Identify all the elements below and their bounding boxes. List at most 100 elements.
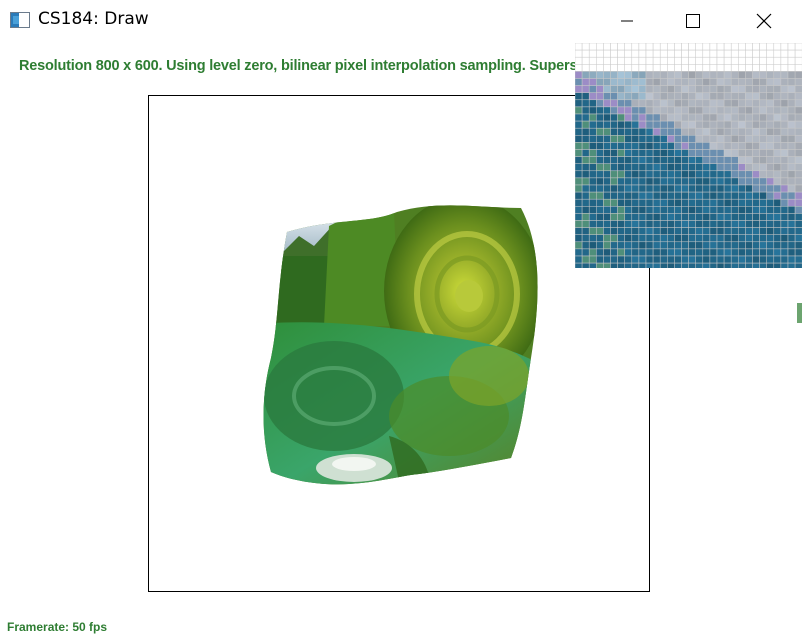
zoom-pixel-cell bbox=[645, 99, 654, 108]
minimize-button[interactable] bbox=[604, 0, 650, 42]
zoom-pixel-cell bbox=[773, 213, 782, 221]
zoom-pixel-cell bbox=[794, 85, 802, 93]
zoom-pixel-cell bbox=[667, 206, 675, 214]
zoom-pixel-cell bbox=[773, 149, 782, 157]
zoom-pixel-cell bbox=[695, 142, 704, 150]
zoom-pixel-cell bbox=[688, 234, 696, 243]
zoom-pixel-cell bbox=[730, 49, 739, 58]
zoom-pixel-cell bbox=[716, 220, 725, 228]
zoom-pixel-cell bbox=[581, 184, 590, 193]
zoom-pixel-cell bbox=[766, 227, 775, 235]
zoom-pixel-cell bbox=[794, 262, 802, 268]
zoom-pixel-cell bbox=[581, 255, 590, 264]
zoom-pixel-cell bbox=[631, 234, 640, 243]
zoom-pixel-cell bbox=[631, 113, 640, 122]
zoom-pixel-cell bbox=[773, 49, 782, 58]
zoom-pixel-cell bbox=[581, 49, 590, 58]
zoom-pixel-cell bbox=[645, 234, 654, 243]
zoom-pixel-cell bbox=[659, 78, 668, 86]
zoom-pixel-cell bbox=[702, 142, 711, 150]
zoom-pixel-cell bbox=[659, 163, 668, 172]
zoom-pixel-cell bbox=[730, 220, 739, 228]
zoom-pixel-cell bbox=[738, 64, 746, 72]
zoom-pixel-cell bbox=[780, 142, 789, 150]
zoom-pixel-cell bbox=[645, 184, 654, 193]
zoom-pixel-cell bbox=[588, 92, 597, 101]
zoom-pixel-cell bbox=[603, 92, 611, 101]
zoom-pixel-cell bbox=[659, 227, 668, 235]
zoom-pixel-cell bbox=[624, 149, 633, 157]
zoom-pixel-cell bbox=[730, 120, 739, 129]
zoom-pixel-cell bbox=[659, 191, 668, 200]
zoom-pixel-cell bbox=[638, 163, 647, 172]
zoom-pixel-cell bbox=[645, 262, 654, 268]
zoom-pixel-cell bbox=[730, 198, 739, 207]
zoom-pixel-cell bbox=[780, 156, 789, 164]
zoom-pixel-cell bbox=[588, 163, 597, 172]
zoom-pixel-cell bbox=[645, 149, 654, 157]
zoom-pixel-cell bbox=[787, 198, 796, 207]
zoom-pixel-cell bbox=[745, 149, 753, 157]
zoom-pixel-cell bbox=[674, 149, 682, 157]
zoom-pixel-cell bbox=[667, 198, 675, 207]
zoom-pixel-cell bbox=[667, 156, 675, 164]
zoom-pixel-cell bbox=[752, 106, 760, 115]
zoom-pixel-cell bbox=[780, 255, 789, 264]
zoom-pixel-cell bbox=[681, 255, 689, 264]
zoom-pixel-cell bbox=[681, 213, 689, 221]
zoom-pixel-cell bbox=[794, 248, 802, 257]
zoom-pixel-cell bbox=[752, 49, 760, 58]
zoom-pixel-cell bbox=[759, 156, 767, 164]
zoom-pixel-cell bbox=[617, 43, 625, 51]
zoom-pixel-cell bbox=[773, 191, 782, 200]
zoom-pixel-cell bbox=[766, 49, 775, 58]
zoom-pixel-cell bbox=[752, 213, 760, 221]
zoom-pixel-cell bbox=[716, 64, 725, 72]
title-bar[interactable]: CS184: Draw bbox=[0, 0, 802, 42]
zoom-pixel-cell bbox=[617, 163, 625, 172]
zoom-pixel-cell bbox=[709, 241, 718, 250]
zoom-pixel-cell bbox=[738, 135, 746, 143]
zoom-pixel-cell bbox=[723, 64, 732, 72]
zoom-pixel-cell bbox=[645, 49, 654, 58]
zoom-pixel-cell bbox=[667, 99, 675, 108]
zoom-pixel-cell bbox=[603, 71, 611, 79]
zoom-pixel-cell bbox=[674, 227, 682, 235]
zoom-pixel-cell bbox=[681, 241, 689, 250]
zoom-pixel-cell bbox=[617, 49, 625, 58]
zoom-pixel-cell bbox=[652, 142, 661, 150]
zoom-pixel-cell bbox=[588, 191, 597, 200]
zoom-pixel-cell bbox=[759, 206, 767, 214]
zoom-pixel-cell bbox=[794, 213, 802, 221]
zoom-pixel-cell bbox=[745, 184, 753, 193]
zoom-pixel-cell bbox=[631, 191, 640, 200]
zoom-pixel-cell bbox=[674, 206, 682, 214]
zoom-pixel-cell bbox=[752, 43, 760, 51]
zoom-pixel-cell bbox=[709, 227, 718, 235]
zoom-pixel-cell bbox=[645, 220, 654, 228]
zoom-pixel-cell bbox=[738, 120, 746, 129]
zoom-pixel-cell bbox=[667, 142, 675, 150]
zoom-pixel-cell bbox=[617, 64, 625, 72]
maximize-button[interactable] bbox=[670, 0, 716, 42]
zoom-pixel-cell bbox=[773, 163, 782, 172]
zoom-pixel-cell bbox=[752, 156, 760, 164]
zoom-pixel-cell bbox=[603, 135, 611, 143]
zoom-pixel-cell bbox=[759, 227, 767, 235]
zoom-pixel-cell bbox=[702, 71, 711, 79]
zoom-pixel-cell bbox=[596, 163, 604, 172]
zoom-pixel-cell bbox=[610, 234, 618, 243]
zoom-pixel-cell bbox=[596, 156, 604, 164]
app-window-icon bbox=[10, 12, 30, 28]
zoom-pixel-cell bbox=[659, 213, 668, 221]
zoom-pixel-cell bbox=[794, 64, 802, 72]
zoom-pixel-cell bbox=[730, 191, 739, 200]
zoom-pixel-cell bbox=[645, 135, 654, 143]
zoom-pixel-cell bbox=[716, 142, 725, 150]
zoom-pixel-cell bbox=[652, 170, 661, 179]
zoom-pixel-cell bbox=[794, 92, 802, 101]
close-button[interactable] bbox=[741, 0, 787, 42]
zoom-pixel-cell bbox=[709, 135, 718, 143]
zoom-pixel-cell bbox=[723, 220, 732, 228]
zoom-pixel-cell bbox=[709, 262, 718, 268]
